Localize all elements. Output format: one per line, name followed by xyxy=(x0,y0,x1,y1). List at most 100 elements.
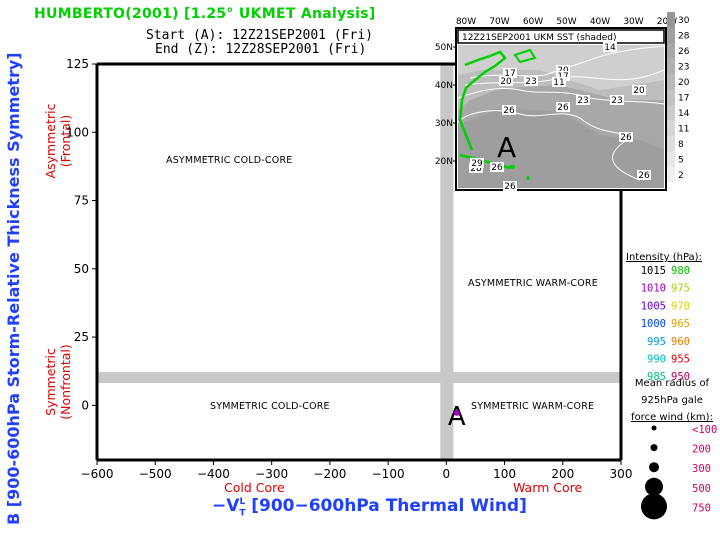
intensity-legend-value: 960 xyxy=(671,336,690,348)
x-tick-label: −600 xyxy=(81,467,114,481)
intensity-legend-value: 955 xyxy=(671,354,690,366)
inset-title: 12Z21SEP2001 UKM SST (shaded) xyxy=(462,33,616,43)
colorbar-label: 2 xyxy=(678,171,684,181)
contour-label: 20 xyxy=(500,77,512,87)
y-tick-label: 100 xyxy=(66,125,89,139)
intensity-legend-value: 995 xyxy=(647,336,666,348)
colorbar-swatch xyxy=(667,58,675,74)
colorbar-swatch xyxy=(667,27,675,43)
radius-legend-marker xyxy=(651,425,657,431)
inset-lon-label: 50W xyxy=(556,17,576,27)
colorbar-swatch xyxy=(667,136,675,152)
colorbar-swatch xyxy=(667,12,675,28)
x-tick-label: −500 xyxy=(139,467,172,481)
intensity-legend-title: Intensity (hPa): xyxy=(626,252,702,263)
x-tick-label: −200 xyxy=(313,467,346,481)
radius-legend-marker xyxy=(649,462,659,473)
colorbar-label: 8 xyxy=(678,140,684,150)
x-tick-label: 100 xyxy=(493,467,516,481)
radius-legend-label: <100 xyxy=(692,424,717,436)
colorbar-label: 5 xyxy=(678,156,684,166)
intensity-legend-value: 970 xyxy=(671,300,690,312)
x-tick-label: −300 xyxy=(255,467,288,481)
inset-lat-label: 30N xyxy=(435,119,453,129)
contour-label: 20 xyxy=(633,86,645,96)
colorbar-swatch xyxy=(667,167,675,183)
colorbar-swatch xyxy=(667,43,675,59)
legend: Intensity (hPa): 1015 980 1010 975 1005 970 100… xyxy=(626,252,717,520)
colorbar-label: 30 xyxy=(678,16,690,26)
contour-label: 11 xyxy=(553,78,564,88)
colorbar-label: 11 xyxy=(678,125,689,135)
track-point xyxy=(453,409,460,416)
contour-label: 29 xyxy=(471,159,483,169)
inset-lat-label: 50N xyxy=(435,43,453,53)
y-tick-label: 75 xyxy=(74,194,89,208)
intensity-legend-value: 980 xyxy=(671,265,690,277)
intensity-legend-value: 1005 xyxy=(641,300,666,312)
x-tick-label: −100 xyxy=(372,467,405,481)
colorbar-label: 17 xyxy=(678,94,689,104)
x-ticks: −600 −500 −400 −300 −200 −100 0 100 200 300 xyxy=(81,460,632,481)
inset-storm-marker: A xyxy=(497,131,516,164)
colorbar-swatch xyxy=(667,151,675,167)
inset-lat-label: 40N xyxy=(435,81,453,91)
island xyxy=(526,176,530,180)
y-ticks: 0 25 50 75 100 125 xyxy=(66,57,97,412)
radius-legend-label: 500 xyxy=(692,483,711,495)
contour-label: 26 xyxy=(491,163,503,173)
contour-label: 14 xyxy=(604,43,616,53)
intensity-legend-value: 1010 xyxy=(641,283,666,295)
colorbar-label: 26 xyxy=(678,47,690,57)
contour-label: 23 xyxy=(577,96,588,106)
phase-space-chart: −600 −500 −400 −300 −200 −100 0 100 200 300 02550… xyxy=(66,12,717,520)
radius-legend-label: 750 xyxy=(692,502,711,514)
inset-lon-label: 40W xyxy=(590,17,610,27)
contour-label: 26 xyxy=(557,103,569,113)
colorbar-swatch xyxy=(667,89,675,105)
track-point-label: A xyxy=(448,402,466,432)
radius-legend-title: force wind (km): xyxy=(631,412,713,423)
inset-map: 12Z21SEP2001 UKM SST (shaded) A 80W 70W 60… xyxy=(435,12,690,192)
contour-label: 26 xyxy=(620,133,632,143)
inset-lat-label: 20N xyxy=(435,157,453,167)
colorbar-label: 23 xyxy=(678,63,689,73)
track-points: A xyxy=(448,402,466,432)
radius-legend-label: 300 xyxy=(692,463,711,475)
radius-legend-marker xyxy=(645,477,663,496)
colorbar-swatch xyxy=(667,105,675,121)
inset-lon-label: 30W xyxy=(623,17,643,27)
contour-label: 23 xyxy=(525,77,536,87)
x-tick-label: 0 xyxy=(443,467,451,481)
sst-colorbar: 30 28 26 23 20 17 14 11 8 5 2 xyxy=(667,12,690,183)
x-tick-label: −400 xyxy=(197,467,230,481)
inset-lon-labels: 80W70W60W50W40W30W20W xyxy=(456,17,677,27)
colorbar-label: 20 xyxy=(678,78,690,88)
intensity-legend-value: 975 xyxy=(671,283,690,295)
radius-legend-title: Mean radius of xyxy=(635,378,710,389)
intensity-legend-value: 1000 xyxy=(641,318,666,330)
colorbar-swatch xyxy=(667,74,675,90)
inset-lon-label: 70W xyxy=(489,17,509,27)
radius-legend-marker xyxy=(641,493,667,520)
contour-label: 26 xyxy=(503,106,515,116)
intensity-legend-value: 1015 xyxy=(641,265,666,277)
colorbar-label: 14 xyxy=(678,109,690,119)
intensity-legend-value: 965 xyxy=(671,318,690,330)
inset-lon-label: 80W xyxy=(456,17,476,27)
y-tick-label: 25 xyxy=(74,330,89,344)
radius-legend-marker xyxy=(650,444,658,452)
contour-label: 26 xyxy=(638,171,650,181)
x-tick-label: 200 xyxy=(551,467,574,481)
intensity-legend-value: 990 xyxy=(647,354,666,366)
y-tick-label: 0 xyxy=(81,398,89,412)
y-tick-label: 125 xyxy=(66,57,89,71)
island xyxy=(509,165,515,169)
colorbar-swatch xyxy=(667,120,675,136)
threshold-band-horizontal xyxy=(97,372,621,384)
radius-legend-title: 925hPa gale xyxy=(641,395,703,406)
contour-label: 26 xyxy=(504,182,516,192)
colorbar-label: 28 xyxy=(678,32,690,42)
radius-legend-label: 200 xyxy=(692,444,711,456)
y-tick-label: 50 xyxy=(74,262,89,276)
